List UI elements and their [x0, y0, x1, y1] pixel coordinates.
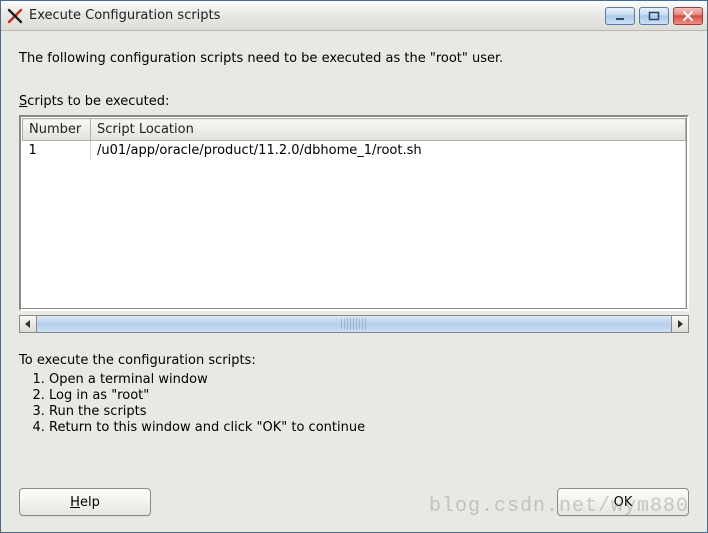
window-controls [605, 7, 703, 25]
instruction-message: The following configuration scripts need… [19, 51, 689, 66]
cell-location: /u01/app/oracle/product/11.2.0/dbhome_1/… [91, 141, 686, 161]
col-header-location[interactable]: Script Location [91, 119, 686, 141]
table-empty-area [23, 160, 686, 308]
list-item: Open a terminal window [49, 372, 689, 387]
cell-number: 1 [23, 141, 91, 161]
window-title: Execute Configuration scripts [29, 8, 605, 23]
scroll-track[interactable] [37, 315, 671, 333]
scroll-left-button[interactable] [19, 315, 37, 333]
scripts-label: Scripts to be executed: [19, 94, 689, 109]
horizontal-scrollbar[interactable] [19, 315, 689, 333]
maximize-button[interactable] [639, 7, 669, 25]
help-rest: elp [80, 495, 100, 510]
col-header-number[interactable]: Number [23, 119, 91, 141]
list-item: Return to this window and click "OK" to … [49, 420, 689, 435]
dialog-body: The following configuration scripts need… [1, 31, 707, 532]
scripts-label-rest: cripts to be executed: [27, 94, 169, 109]
list-item: Log in as "root" [49, 388, 689, 403]
ok-button[interactable]: OK [557, 488, 689, 516]
titlebar[interactable]: Execute Configuration scripts [1, 1, 707, 31]
instructions-list: Open a terminal window Log in as "root" … [27, 372, 689, 435]
table-row[interactable]: 1 /u01/app/oracle/product/11.2.0/dbhome_… [23, 141, 686, 161]
ok-label: OK [614, 495, 633, 510]
button-row: Help OK [19, 470, 689, 516]
help-button[interactable]: Help [19, 488, 151, 516]
scroll-right-button[interactable] [671, 315, 689, 333]
execute-instructions: To execute the configuration scripts: Op… [19, 353, 689, 436]
help-mnemonic: H [70, 495, 80, 510]
scroll-grip-icon [341, 318, 367, 330]
instructions-lead: To execute the configuration scripts: [19, 353, 689, 368]
close-button[interactable] [673, 7, 703, 25]
scripts-table-frame: Number Script Location 1 /u01/app/oracle… [19, 115, 689, 311]
app-icon [7, 8, 23, 24]
scripts-table: Number Script Location 1 /u01/app/oracle… [22, 118, 686, 308]
dialog-window: Execute Configuration scripts The follow… [0, 0, 708, 533]
minimize-button[interactable] [605, 7, 635, 25]
list-item: Run the scripts [49, 404, 689, 419]
